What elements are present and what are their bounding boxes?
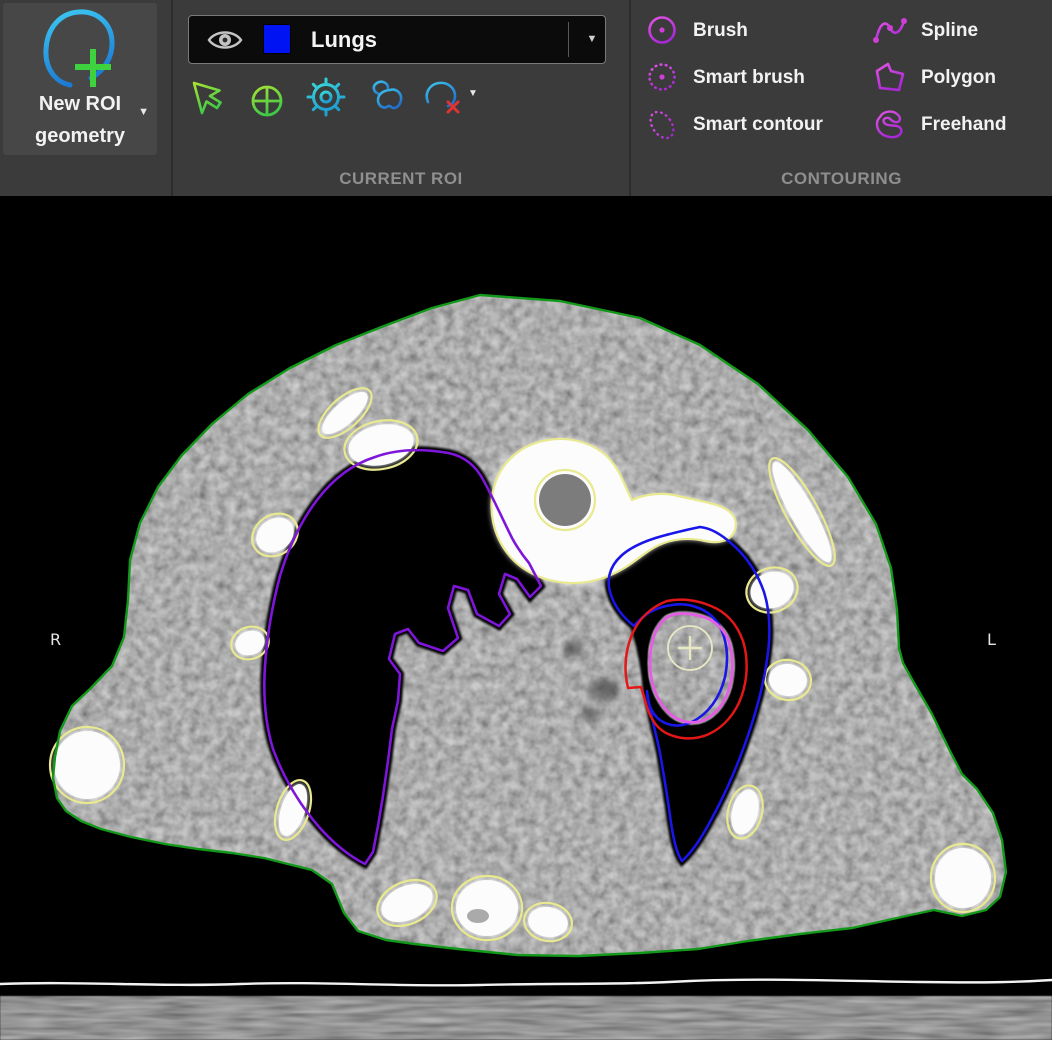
freehand-label[interactable]: Freehand [921,108,1007,142]
new-roi-geometry-icon [43,9,121,93]
ct-viewport[interactable]: R L [0,200,1052,1040]
smart-brush-label[interactable]: Smart brush [693,61,805,95]
brush-label[interactable]: Brush [693,14,748,48]
dual-contour-icon[interactable] [369,80,409,120]
current-roi-section: Lungs ▼ [173,0,629,196]
spline-icon[interactable] [873,14,907,48]
chevron-down-icon[interactable]: ▼ [579,16,605,63]
cursor-arrow-icon[interactable] [189,80,225,120]
smart-brush-icon[interactable] [645,61,679,95]
new-roi-geometry-button[interactable]: New ROI geometry ▼ [3,3,157,155]
contouring-section-label: CONTOURING [631,169,1052,189]
new-roi-label-line1: New ROI [3,93,157,116]
spline-label[interactable]: Spline [921,14,978,48]
eye-visibility-icon[interactable] [206,26,244,54]
polygon-icon[interactable] [873,61,907,95]
roi-name-label: Lungs [311,16,377,63]
chevron-down-icon[interactable]: ▼ [138,106,149,118]
crosshair-circle-icon[interactable] [249,83,285,119]
brush-icon[interactable] [645,14,679,48]
contour-delete-icon[interactable] [424,80,466,120]
orientation-label-right: R [50,630,61,649]
freehand-icon[interactable] [873,108,907,142]
roi-selector-dropdown[interactable]: Lungs ▼ [188,15,606,64]
orientation-label-left: L [987,630,996,649]
current-roi-section-label: CURRENT ROI [173,169,629,189]
ct-slice: R L [0,200,1052,1040]
gear-icon[interactable] [304,75,348,119]
smart-contour-label[interactable]: Smart contour [693,108,823,142]
vertebral-canal [539,474,591,526]
roi-color-swatch [263,24,291,54]
new-roi-label-line2: geometry [3,125,157,148]
bone-marrow-spot [467,909,489,923]
smart-contour-icon[interactable] [645,108,679,142]
divider [568,22,569,57]
chevron-down-icon[interactable]: ▼ [468,88,478,99]
app-window: New ROI geometry ▼ Lungs ▼ [0,0,1052,1040]
polygon-label[interactable]: Polygon [921,61,996,95]
contouring-section: Brush Smart brush Smart contour Spline P… [631,0,1052,196]
ribbon-toolbar: New ROI geometry ▼ Lungs ▼ [0,0,1052,196]
